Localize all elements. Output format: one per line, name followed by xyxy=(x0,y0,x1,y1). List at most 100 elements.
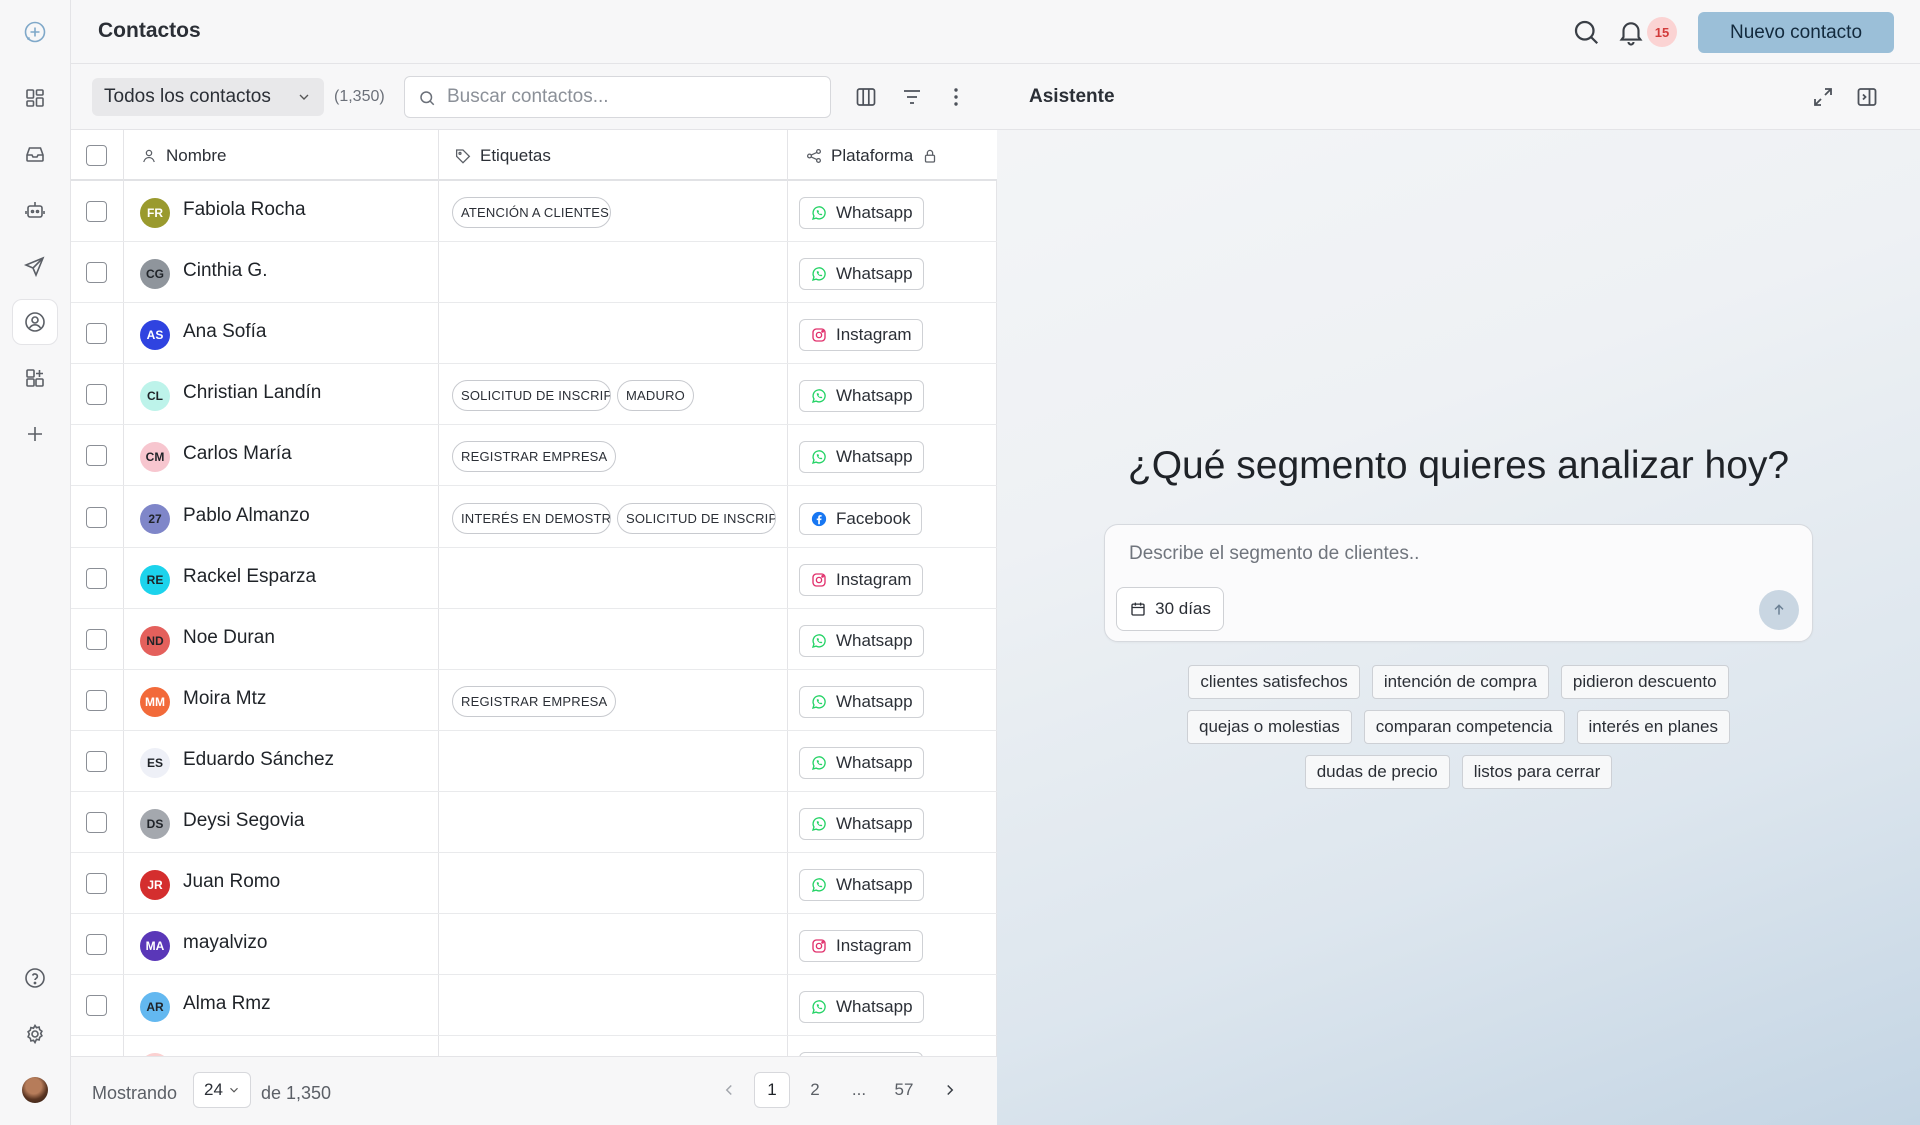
platform-badge: Whatsapp xyxy=(799,869,924,902)
contact-name[interactable]: mayalvizo xyxy=(183,932,267,954)
tag-badge[interactable]: SOLICITUD DE INSCRIPCIÓN xyxy=(452,380,611,412)
previous-page-button[interactable] xyxy=(711,1072,747,1108)
contact-name[interactable]: Carlos María xyxy=(183,443,292,465)
settings-icon[interactable] xyxy=(12,1011,58,1057)
suggestion-chip[interactable]: interés en planes xyxy=(1576,710,1730,744)
row-checkbox[interactable] xyxy=(86,323,107,345)
table-row[interactable]: DS Deysi Segovia Whatsapp xyxy=(71,792,997,853)
row-checkbox[interactable] xyxy=(86,689,107,711)
contact-name[interactable]: Fabiola Rocha xyxy=(183,199,306,221)
search-input[interactable] xyxy=(447,85,817,109)
instagram-icon xyxy=(810,326,836,344)
table-row[interactable]: JR Juan Romo Whatsapp xyxy=(71,853,997,915)
tag-badge[interactable]: INTERÉS EN DEMOSTRACIÓN xyxy=(452,502,611,534)
segment-input[interactable] xyxy=(1129,543,1769,573)
send-icon[interactable] xyxy=(12,243,58,289)
suggestion-chip[interactable]: dudas de precio xyxy=(1304,755,1450,789)
filter-icon[interactable] xyxy=(900,85,924,109)
avatar: DS xyxy=(140,809,170,839)
tag-badge[interactable]: REGISTRAR EMPRESA xyxy=(452,441,617,473)
table-row[interactable]: RE Rackel Esparza Instagram xyxy=(71,548,997,609)
platform-badge: Facebook xyxy=(799,502,922,535)
row-checkbox[interactable] xyxy=(86,995,107,1017)
contact-name[interactable]: Juan Romo xyxy=(183,871,280,893)
contact-search[interactable] xyxy=(404,76,831,118)
bot-icon[interactable] xyxy=(12,187,58,233)
table-row[interactable]: 27 Pablo Almanzo INTERÉS EN DEMOSTRACIÓNSO… xyxy=(71,487,997,548)
user-avatar[interactable] xyxy=(22,1077,48,1103)
page-button[interactable]: 1 xyxy=(754,1072,790,1108)
column-tags[interactable]: Etiquetas xyxy=(454,130,551,181)
collapse-panel-icon[interactable] xyxy=(1855,85,1879,109)
integrations-icon[interactable] xyxy=(12,355,58,401)
contacts-icon[interactable] xyxy=(12,299,58,345)
contact-name[interactable]: Pablo Almanzo xyxy=(183,505,310,527)
more-options-icon[interactable] xyxy=(944,85,968,109)
contact-name[interactable]: Alma Rmz xyxy=(183,993,271,1015)
tag-badge[interactable]: MADURO xyxy=(617,380,694,412)
inbox-icon[interactable] xyxy=(12,131,58,177)
contact-name[interactable]: Christian Landín xyxy=(183,382,321,404)
table-row[interactable]: CL Christian Landín SOLICITUD DE INSCRIPCI… xyxy=(71,364,997,426)
row-checkbox[interactable] xyxy=(86,812,107,833)
table-row[interactable]: MA mayalvizo Instagram xyxy=(71,914,997,976)
suggestion-chip[interactable]: listos para cerrar xyxy=(1461,755,1613,789)
row-checkbox[interactable] xyxy=(86,628,107,650)
table-row[interactable]: MM Moira Mtz REGISTRAR EMPRESA Whatsapp xyxy=(71,670,997,731)
row-checkbox[interactable] xyxy=(86,934,107,956)
tag-badge[interactable]: SOLICITUD DE INSCRIPCIÓN xyxy=(617,502,776,534)
platform-badge: Whatsapp xyxy=(799,685,924,718)
suggestion-chip[interactable]: intención de compra xyxy=(1371,665,1549,699)
dashboard-icon[interactable] xyxy=(12,75,58,121)
select-all-checkbox[interactable] xyxy=(86,145,107,166)
row-checkbox[interactable] xyxy=(86,750,107,772)
suggestion-chip[interactable]: comparan competencia xyxy=(1363,710,1565,744)
per-page-select[interactable]: 24 xyxy=(193,1072,251,1108)
page-button[interactable]: 57 xyxy=(886,1072,922,1108)
contact-filter-select[interactable]: Todos los contactos xyxy=(92,78,324,116)
add-icon[interactable] xyxy=(12,411,58,457)
send-button[interactable] xyxy=(1759,590,1799,630)
row-checkbox[interactable] xyxy=(86,262,107,284)
table-row[interactable]: CM Carlos María REGISTRAR EMPRESA Whatsapp xyxy=(71,425,997,487)
columns-icon[interactable] xyxy=(854,85,878,109)
row-checkbox[interactable] xyxy=(86,873,107,895)
table-row[interactable]: CG Cinthia G. Whatsapp xyxy=(71,242,997,304)
page-button[interactable]: 2 xyxy=(797,1072,833,1108)
new-chat-icon[interactable] xyxy=(12,9,58,55)
suggestion-chip[interactable]: quejas o molestias xyxy=(1186,710,1352,744)
table-row[interactable]: ND Noe Duran Whatsapp xyxy=(71,609,997,670)
help-icon[interactable] xyxy=(12,955,58,1001)
contact-name[interactable]: Eduardo Sánchez xyxy=(183,749,334,771)
suggestion-chip[interactable]: pidieron descuento xyxy=(1560,665,1729,699)
column-platform[interactable]: Plataforma xyxy=(805,130,939,181)
table-row[interactable]: AS Ana Sofía Instagram xyxy=(71,303,997,365)
contact-name[interactable]: Cinthia G. xyxy=(183,260,267,282)
expand-icon[interactable] xyxy=(1811,85,1835,109)
contact-name[interactable]: Deysi Segovia xyxy=(183,810,304,832)
table-row[interactable]: ES Eduardo Sánchez Whatsapp xyxy=(71,731,997,792)
new-contact-button[interactable]: Nuevo contacto xyxy=(1698,12,1894,53)
row-checkbox[interactable] xyxy=(86,445,107,467)
contact-name[interactable]: Ana Sofía xyxy=(183,321,266,343)
next-page-button[interactable] xyxy=(932,1072,968,1108)
contact-name[interactable]: Rackel Esparza xyxy=(183,566,316,588)
tag-badge[interactable]: REGISTRAR EMPRESA xyxy=(452,685,617,717)
date-range-button[interactable]: 30 días xyxy=(1116,587,1224,631)
user-icon xyxy=(143,149,155,162)
tag-badge[interactable]: ATENCIÓN A CLIENTES xyxy=(452,197,611,228)
suggestion-chip[interactable]: clientes satisfechos xyxy=(1188,665,1360,699)
notification-badge[interactable]: 15 xyxy=(1647,17,1677,47)
table-row[interactable]: FR Fabiola Rocha ATENCIÓN A CLIENTES Whatsa… xyxy=(71,181,997,242)
column-name[interactable]: Nombre xyxy=(140,130,226,181)
contact-name[interactable]: Moira Mtz xyxy=(183,688,266,710)
row-checkbox[interactable] xyxy=(86,201,107,222)
row-checkbox[interactable] xyxy=(86,506,107,528)
table-row[interactable]: AR Alma Rmz Whatsapp xyxy=(71,975,997,1037)
search-icon[interactable] xyxy=(1571,17,1601,47)
row-checkbox[interactable] xyxy=(86,384,107,406)
contact-name[interactable]: Noe Duran xyxy=(183,627,275,649)
platform-badge: Whatsapp xyxy=(799,808,924,840)
bell-icon[interactable] xyxy=(1616,17,1646,47)
row-checkbox[interactable] xyxy=(86,567,107,589)
